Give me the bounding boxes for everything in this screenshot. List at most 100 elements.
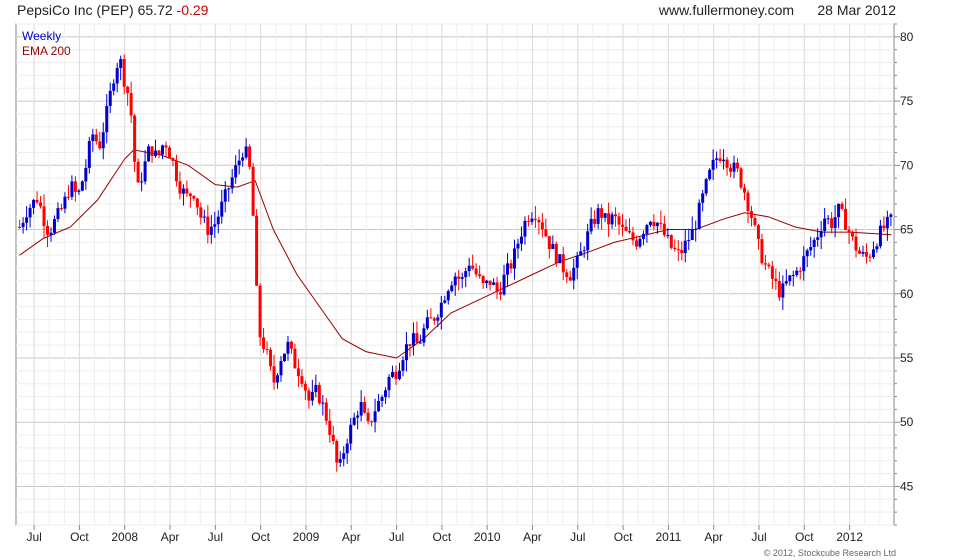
candle-up (586, 231, 590, 251)
candle-up (582, 250, 586, 252)
candle-up (610, 214, 614, 225)
candle-up (795, 270, 799, 275)
candle-up (105, 105, 109, 133)
candle-down (335, 440, 339, 463)
candle-down (840, 203, 844, 209)
candle-down (673, 247, 677, 250)
candle-up (516, 243, 520, 249)
candle-down (777, 281, 781, 298)
x-tick-label: Oct (614, 530, 633, 544)
candle-down (363, 402, 367, 413)
candle-up (108, 90, 112, 106)
x-tick-label: 2010 (474, 530, 501, 544)
candle-up (708, 169, 712, 180)
candle-down (830, 218, 834, 228)
candle-up (80, 181, 84, 191)
candle-down (499, 292, 503, 295)
candle-down (265, 349, 269, 351)
candle-up (805, 250, 809, 257)
x-tick-label: 2009 (293, 530, 320, 544)
candle-up (422, 328, 426, 343)
candle-up (791, 274, 795, 276)
candle-up (181, 188, 185, 194)
candle-down (136, 161, 140, 183)
candle-up (641, 233, 645, 239)
candle-up (704, 179, 708, 194)
candle-down (627, 230, 631, 233)
candle-up (875, 246, 879, 250)
candle-down (35, 199, 39, 203)
x-tick-label: Jul (208, 530, 223, 544)
y-tick-label: 55 (900, 351, 914, 365)
candle-up (833, 217, 837, 228)
candle-down (857, 250, 861, 254)
candle-up (687, 240, 691, 242)
candle-down (474, 268, 478, 275)
candle-up (506, 263, 510, 275)
candle-up (373, 411, 377, 422)
candle-down (729, 167, 733, 172)
candle-up (558, 254, 562, 264)
x-tick-label: Jul (751, 530, 766, 544)
candle-down (303, 383, 307, 391)
candle-down (408, 344, 412, 346)
candle-down (600, 208, 604, 218)
x-tick-label: Jul (26, 530, 41, 544)
candle-down (188, 193, 192, 197)
candle-down (631, 232, 635, 241)
candle-up (802, 256, 806, 272)
candle-up (460, 277, 464, 279)
candle-down (296, 368, 300, 377)
candle-up (25, 217, 29, 223)
candle-up (161, 145, 165, 155)
candle-down (185, 188, 189, 194)
candle-up (112, 83, 116, 91)
candle-up (21, 222, 25, 228)
candle-up (812, 239, 816, 248)
x-tick-label: Jul (389, 530, 404, 544)
candle-down (195, 198, 199, 208)
candle-up (819, 231, 823, 238)
candle-up (314, 384, 318, 393)
candle-up (352, 417, 356, 425)
candle-down (864, 252, 868, 257)
candle-up (809, 247, 813, 251)
x-tick-label: Oct (433, 530, 452, 544)
x-tick-label: Jul (570, 530, 585, 544)
candle-up (70, 181, 74, 197)
candle-up (889, 214, 893, 217)
candle-down (432, 318, 436, 321)
x-tick-label: Apr (704, 530, 723, 544)
candle-down (749, 211, 753, 218)
candle-down (262, 337, 266, 350)
candle-down (540, 222, 544, 230)
candle-up (878, 225, 882, 247)
candle-up (49, 232, 53, 235)
candle-up (349, 424, 353, 444)
candle-up (213, 224, 217, 227)
candle-down (742, 187, 746, 193)
candle-down (868, 256, 872, 258)
x-tick-label: Oct (795, 530, 814, 544)
candle-down (669, 235, 673, 248)
candle-down (429, 317, 433, 319)
candle-up (216, 216, 220, 225)
candle-down (547, 236, 551, 250)
candle-down (526, 220, 530, 222)
candle-down (495, 282, 499, 293)
candle-up (788, 275, 792, 282)
candle-down (39, 202, 43, 207)
candle-up (345, 443, 349, 454)
candle-up (502, 274, 506, 295)
candle-up (816, 237, 820, 240)
candle-up (781, 283, 785, 298)
candle-down (192, 196, 196, 199)
candle-down (258, 285, 262, 338)
candle-down (537, 219, 541, 223)
candle-down (568, 277, 572, 281)
candle-up (701, 193, 705, 203)
candle-down (122, 59, 126, 87)
candle-down (293, 348, 297, 369)
candle-up (837, 203, 841, 218)
candle-down (366, 412, 370, 422)
